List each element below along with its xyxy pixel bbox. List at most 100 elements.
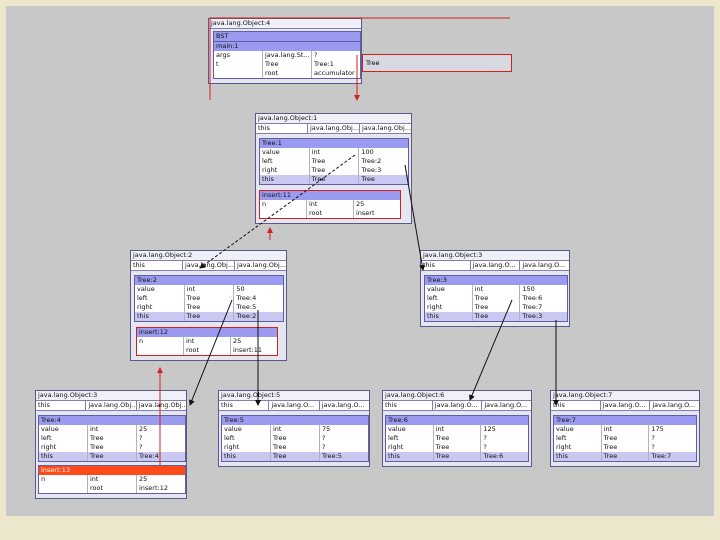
frame-cell: root: [263, 69, 312, 78]
this-cell: java.lang.O...: [601, 401, 651, 410]
frame-cell: ?: [139, 443, 143, 451]
frame-cell: this: [554, 452, 602, 461]
this-cell: java.lang.O...: [321, 401, 365, 409]
object-box[interactable]: java.lang.Object:1 this java.lang.Obj... ja…: [255, 113, 412, 224]
frame-cell: int: [473, 285, 521, 294]
frame-cell: Tree: [361, 175, 375, 183]
frame-cell: value: [425, 285, 473, 294]
tree-reference-box: Tree: [362, 54, 512, 72]
frame-row: right Tree?: [554, 443, 696, 452]
frame-cell: 25: [139, 475, 148, 483]
object-header: java.lang.Object:3: [421, 251, 569, 261]
frame-row: right Tree Tree:3: [260, 166, 408, 175]
frame-title: insert:11: [260, 191, 400, 200]
frame-title: Tree:7: [554, 416, 696, 425]
frame-cell: int: [88, 425, 137, 434]
stack-frame[interactable]: main:1 args java.lang.St...? t Tree Tree:1 roo…: [213, 41, 361, 79]
stack-frame[interactable]: insert:13 n int 25 root insert:12: [38, 465, 186, 494]
frame-row: value int 75: [222, 425, 368, 434]
frame-row: root insert:12: [39, 484, 185, 493]
frame-cell: Tree: [185, 294, 235, 303]
frame-cell: Tree: [88, 452, 137, 461]
frame-cell: insert: [356, 209, 375, 217]
object-box[interactable]: java.lang.Object:6 this java.lang.O... java…: [382, 390, 532, 467]
frame-cell: 50: [236, 285, 245, 293]
this-cell: this: [256, 124, 308, 133]
frame-row: left Tree Tree:6: [425, 294, 567, 303]
frame-row: this Tree Tree:5: [222, 452, 368, 461]
frame-cell: Tree:6: [483, 452, 504, 460]
frame-cell: Tree: [434, 452, 482, 461]
frame-row: this Tree Tree: [260, 175, 408, 184]
object-box[interactable]: java.lang.Object:2 this java.lang.Obj... ja…: [130, 250, 287, 361]
frame-cell: insert:12: [139, 484, 168, 492]
frame-cell: root: [184, 346, 231, 355]
frame-row: args java.lang.St...?: [214, 51, 360, 60]
object-box[interactable]: java.lang.Object:5 this java.lang.O... java…: [218, 390, 370, 467]
frame-cell: [260, 209, 307, 218]
stack-frame[interactable]: insert:11 n int 25 root insert: [259, 190, 401, 219]
frame-cell: right: [260, 166, 310, 175]
frame-cell: int: [310, 148, 360, 157]
frame-cell: Tree:3: [522, 312, 543, 320]
frame-row: value int 150: [425, 285, 567, 294]
stack-frame[interactable]: Tree:4 value int 25 left Tree? right Tree? this T…: [38, 415, 186, 462]
object-box[interactable]: java.lang.Object:3 this java.lang.O... java…: [420, 250, 570, 327]
frame-title: main:1: [214, 42, 360, 51]
stack-frame[interactable]: Tree:5 value int 75 left Tree? right Tree? this T…: [221, 415, 369, 462]
frame-cell: Tree: [602, 434, 650, 443]
this-cell: java.lang.O...: [269, 401, 320, 410]
frame-cell: Tree: [473, 303, 521, 312]
frame-cell: ?: [651, 443, 655, 451]
frame-title: Tree:4: [39, 416, 185, 425]
frame-cell: [39, 484, 88, 493]
frame-cell: Tree: [434, 434, 482, 443]
this-cell: java.lang.O...: [652, 401, 696, 409]
frame-cell: left: [425, 294, 473, 303]
stack-frame[interactable]: Tree:1 value int 100 left Tree Tree:2 right Tree…: [259, 138, 409, 185]
frame-cell: value: [135, 285, 185, 294]
frame-cell: int: [434, 425, 482, 434]
object-box[interactable]: java.lang.Object:4 BST main:1 args java.lang…: [208, 18, 362, 84]
frame-cell: right: [222, 443, 271, 452]
frame-row: this Tree Tree:2: [135, 312, 283, 321]
frame-cell: int: [271, 425, 320, 434]
frame-cell: this: [135, 312, 185, 321]
frame-row: value int 25: [39, 425, 185, 434]
frame-cell: Tree:2: [361, 157, 382, 165]
frame-cell: Tree: [263, 60, 312, 69]
stack-frame[interactable]: insert:12 n int 25 root insert:11: [136, 327, 278, 356]
frame-cell: Tree: [602, 443, 650, 452]
object-header: java.lang.Object:2: [131, 251, 286, 261]
frame-cell: Tree: [271, 434, 320, 443]
object-box[interactable]: java.lang.Object:7 this java.lang.O... java…: [550, 390, 700, 467]
frame-cell: [137, 346, 184, 355]
frame-cell: Tree:1: [314, 60, 334, 68]
this-cell: java.lang.O...: [471, 261, 521, 270]
frame-cell: n: [137, 337, 184, 346]
frame-row: right Tree?: [386, 443, 528, 452]
stack-frame[interactable]: Tree:3 value int 150 left Tree Tree:6 right Tree…: [424, 275, 568, 322]
frame-cell: Tree: [310, 157, 360, 166]
object-box[interactable]: java.lang.Object:3 this java.lang.Obj... ja…: [35, 390, 187, 499]
frame-cell: int: [88, 475, 137, 484]
frame-cell: left: [135, 294, 185, 303]
object-header: java.lang.Object:1: [256, 114, 411, 124]
frame-row: left Tree?: [554, 434, 696, 443]
frame-row: right Tree?: [222, 443, 368, 452]
frame-cell: Tree: [310, 166, 360, 175]
frame-cell: int: [185, 285, 235, 294]
frame-cell: ?: [322, 434, 326, 442]
frame-cell: Tree: [185, 312, 235, 321]
stack-frame[interactable]: Tree:6 value int 125 left Tree? right Tree? this…: [385, 415, 529, 462]
frame-cell: ?: [139, 434, 143, 442]
frame-cell: Tree:7: [651, 452, 672, 460]
frame-cell: 175: [651, 425, 664, 433]
frame-title: Tree:6: [386, 416, 528, 425]
this-cell: java.lang.O...: [484, 401, 528, 409]
stack-frame[interactable]: Tree:2 value int 50 left Tree Tree:4 right Tree T…: [134, 275, 284, 322]
stack-frame[interactable]: Tree:7 value int 175 left Tree? right Tree? this…: [553, 415, 697, 462]
this-row: this java.lang.Obj... java.lang.Obj...: [36, 401, 186, 411]
frame-cell: Tree: [88, 434, 137, 443]
frame-cell: value: [222, 425, 271, 434]
